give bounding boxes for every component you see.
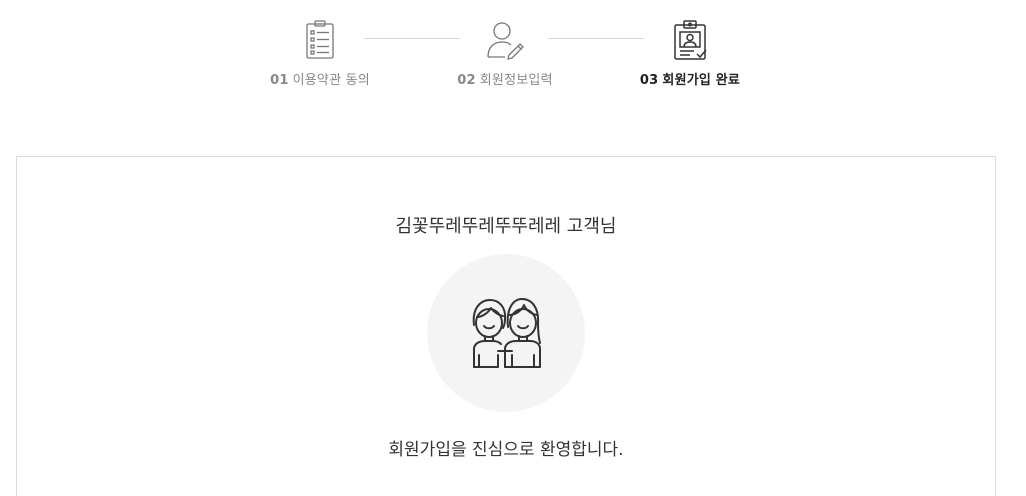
step-number: 02	[457, 73, 476, 88]
step-member-info: 02 회원정보입력	[425, 18, 585, 88]
step-signup-complete: 03 회원가입 완료	[610, 18, 770, 88]
step-number: 01	[270, 73, 289, 88]
welcome-message: 회원가입을 진심으로 환영합니다.	[388, 440, 624, 460]
welcome-illustration	[427, 254, 585, 412]
signup-complete-panel: 김꽃뚜레뚜레뚜뚜레레 고객님 회원가입을 진심으로 환영합니다.	[16, 156, 996, 496]
step-title: 회원정보입력	[479, 73, 553, 88]
step-label: 02 회원정보입력	[425, 69, 585, 88]
user-edit-icon	[487, 22, 524, 60]
two-people-icon	[472, 298, 541, 368]
step-terms-agreement: 01 이용약관 동의	[240, 18, 400, 88]
step-label: 01 이용약관 동의	[240, 69, 400, 88]
step-number: 03	[639, 73, 659, 88]
step-label: 03 회원가입 완료	[610, 69, 770, 88]
clipboard-checklist-icon	[306, 20, 334, 59]
step-title: 이용약관 동의	[292, 73, 370, 88]
step-title: 회원가입 완료	[662, 73, 741, 88]
id-card-approved-icon	[674, 20, 707, 60]
signup-progress-stepper: 01 이용약관 동의 02 회원정보입력 03 회원가입 완료	[0, 0, 1026, 110]
customer-greeting: 김꽃뚜레뚜레뚜뚜레레 고객님	[395, 216, 617, 237]
